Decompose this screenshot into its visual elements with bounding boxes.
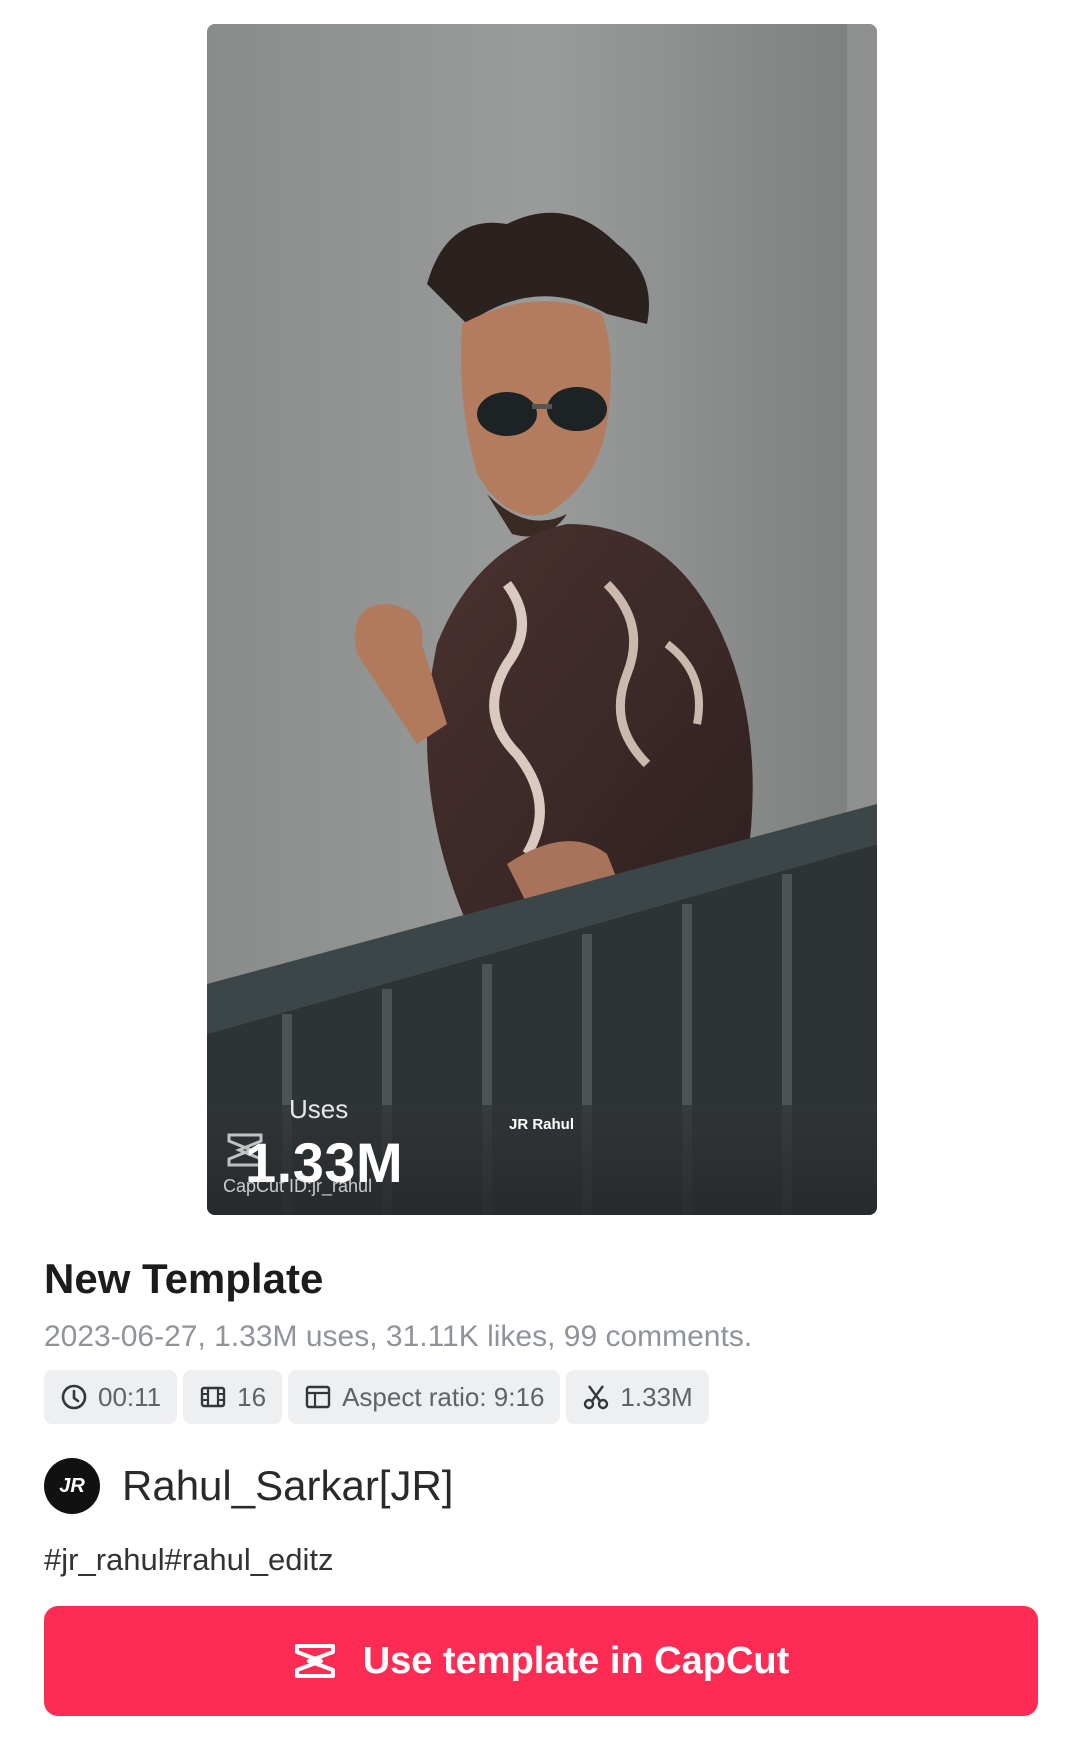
aspect-chip: Aspect ratio: 9:16 bbox=[288, 1370, 561, 1424]
hashtags[interactable]: #jr_rahul#rahul_editz bbox=[44, 1542, 334, 1578]
author-name[interactable]: Rahul_Sarkar[JR] bbox=[122, 1462, 453, 1510]
author-row[interactable]: JR Rahul_Sarkar[JR] bbox=[44, 1458, 453, 1514]
use-template-label: Use template in CapCut bbox=[362, 1639, 790, 1682]
template-preview[interactable]: Uses 1.33M CapCut ID:jr_rahul JR Rahul bbox=[207, 24, 877, 1215]
uses-chip-value: 1.33M bbox=[620, 1381, 693, 1412]
use-template-button[interactable]: Use template in CapCut bbox=[44, 1606, 1038, 1716]
uses-chip: 1.33M bbox=[566, 1370, 709, 1424]
duration-chip: 00:11 bbox=[44, 1370, 178, 1424]
avatar[interactable]: JR bbox=[44, 1458, 100, 1514]
template-info-chips: 00:11 16 Aspect ratio: 9:16 1.33M bbox=[44, 1370, 709, 1424]
preview-photo bbox=[207, 24, 877, 1215]
aspect-value: Aspect ratio: 9:16 bbox=[342, 1381, 545, 1412]
film-icon bbox=[200, 1386, 226, 1408]
aspect-ratio-icon bbox=[305, 1385, 331, 1409]
template-title: New Template bbox=[44, 1255, 324, 1302]
scissors-icon bbox=[584, 1385, 609, 1410]
uses-label: Uses bbox=[289, 1094, 349, 1124]
watermark-id: CapCut ID:jr_rahul bbox=[223, 1176, 373, 1196]
creator-tag: JR Rahul bbox=[509, 1116, 575, 1133]
template-meta: 2023-06-27, 1.33M uses, 31.11K likes, 99… bbox=[44, 1320, 753, 1353]
duration-value: 00:11 bbox=[98, 1381, 162, 1412]
clock-icon bbox=[61, 1384, 87, 1410]
clips-chip: 16 bbox=[183, 1370, 283, 1424]
capcut-logo-icon bbox=[294, 1644, 335, 1678]
clips-value: 16 bbox=[237, 1381, 267, 1412]
